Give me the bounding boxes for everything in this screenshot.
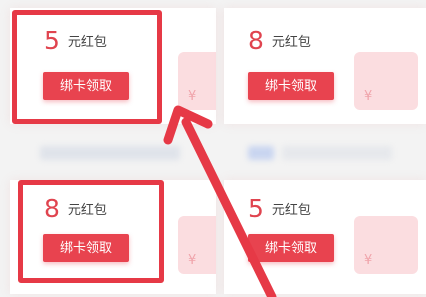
pointer-arrow-icon — [163, 105, 277, 297]
